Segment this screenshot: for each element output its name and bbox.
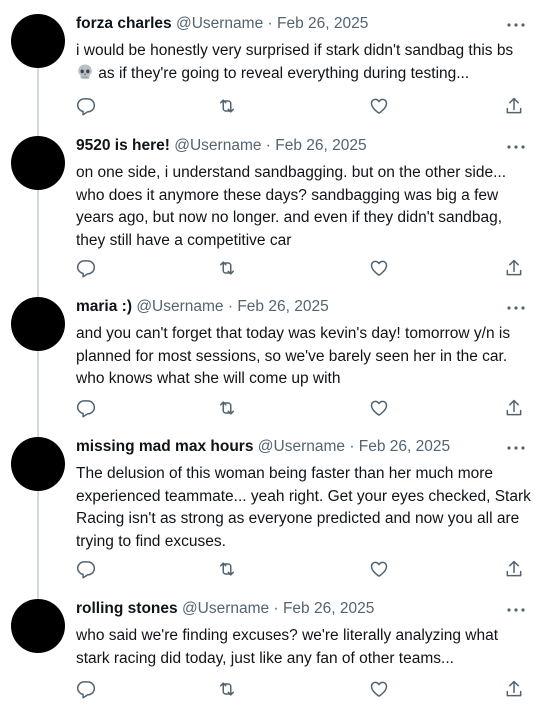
tweet-date[interactable]: Feb 26, 2025 <box>283 600 374 617</box>
tweet-header: 9520 is here! @Username · Feb 26, 2025 <box>76 136 367 156</box>
reply-icon[interactable] <box>76 398 98 420</box>
avatar[interactable] <box>11 297 65 351</box>
more-options-icon[interactable] <box>505 441 527 453</box>
separator: · <box>265 137 271 154</box>
tweet-actions <box>76 96 531 118</box>
display-name[interactable]: missing mad max hours <box>76 438 253 455</box>
retweet-icon[interactable] <box>217 398 239 420</box>
tweet-text: i would be honestly very surprised if st… <box>76 40 531 88</box>
more-options-icon[interactable] <box>505 301 527 313</box>
tweet-actions <box>76 398 531 420</box>
reply-icon[interactable] <box>76 679 98 701</box>
username-handle[interactable]: @Username <box>182 600 269 617</box>
username-handle[interactable]: @Username <box>258 438 345 455</box>
more-options-icon[interactable] <box>505 18 527 30</box>
avatar[interactable] <box>11 136 65 190</box>
tweet-header: maria :) @Username · Feb 26, 2025 <box>76 297 329 317</box>
display-name[interactable]: maria :) <box>76 298 132 315</box>
separator: · <box>349 438 355 455</box>
more-options-icon[interactable] <box>505 603 527 615</box>
tweet-header: forza charles @Username · Feb 26, 2025 <box>76 14 368 34</box>
separator: · <box>227 298 234 315</box>
tweet-actions <box>76 258 531 280</box>
tweet-header: rolling stones @Username · Feb 26, 2025 <box>76 599 374 619</box>
like-icon[interactable] <box>369 96 391 118</box>
share-icon[interactable] <box>504 96 526 118</box>
tweet-text: The delusion of this woman being faster … <box>76 465 531 550</box>
separator: · <box>267 15 273 32</box>
share-icon[interactable] <box>504 258 526 280</box>
username-handle[interactable]: @Username <box>136 298 223 315</box>
retweet-icon[interactable] <box>217 679 239 701</box>
like-icon[interactable] <box>369 398 391 420</box>
more-options-icon[interactable] <box>505 140 527 152</box>
retweet-icon[interactable] <box>217 559 239 581</box>
avatar[interactable] <box>11 599 65 653</box>
skull-icon <box>76 63 94 89</box>
like-icon[interactable] <box>369 559 391 581</box>
like-icon[interactable] <box>369 679 391 701</box>
tweet-actions <box>76 559 531 581</box>
tweet-date[interactable]: Feb 26, 2025 <box>275 137 366 154</box>
tweet-date[interactable]: Feb 26, 2025 <box>277 15 368 32</box>
tweet-date[interactable]: Feb 26, 2025 <box>359 438 450 455</box>
reply-icon[interactable] <box>76 96 98 118</box>
display-name[interactable]: forza charles <box>76 15 172 32</box>
retweet-icon[interactable] <box>217 258 239 280</box>
reply-icon[interactable] <box>76 258 98 280</box>
retweet-icon[interactable] <box>217 96 239 118</box>
display-name[interactable]: 9520 is here! <box>76 137 170 154</box>
tweet-date[interactable]: Feb 26, 2025 <box>237 298 328 315</box>
share-icon[interactable] <box>504 398 526 420</box>
username-handle[interactable]: @Username <box>174 137 261 154</box>
like-icon[interactable] <box>369 258 391 280</box>
separator: · <box>273 600 279 617</box>
share-icon[interactable] <box>504 559 526 581</box>
tweet-actions <box>76 679 531 701</box>
tweet-text-part: as if they're going to reveal everything… <box>94 64 470 82</box>
tweet-header: missing mad max hours @Username · Feb 26… <box>76 437 450 457</box>
tweet-text: and you can't forget that today was kevi… <box>76 325 511 387</box>
tweet-text: on one side, i understand sandbagging. b… <box>76 164 507 249</box>
avatar[interactable] <box>11 14 65 68</box>
tweet-text: who said we're finding excuses? we're li… <box>76 627 499 667</box>
tweet-text-part: i would be honestly very surprised if st… <box>76 42 514 59</box>
reply-icon[interactable] <box>76 559 98 581</box>
username-handle[interactable]: @Username <box>176 15 263 32</box>
display-name[interactable]: rolling stones <box>76 600 178 617</box>
avatar[interactable] <box>11 437 65 491</box>
share-icon[interactable] <box>504 679 526 701</box>
